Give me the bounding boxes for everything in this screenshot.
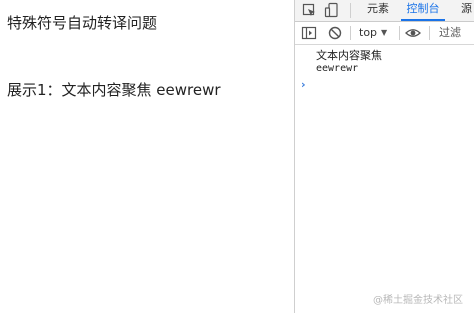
filter-input[interactable]: 过滤 [439,25,461,41]
page-title: 特殊符号自动转译问题 [7,14,158,32]
tab-sources-label: 源 [461,2,472,15]
devtools-tabbar: 元素 控制台 源 [295,0,474,22]
clear-console-icon[interactable] [327,25,343,41]
tabbar-separator [350,3,351,18]
console-log-line: eewrewr [316,63,359,74]
toolbar-separator [350,26,351,40]
page-viewport: 特殊符号自动转译问题 展示1：文本内容聚焦 eewrewr [0,0,294,313]
watermark: @稀土掘金技术社区 [373,295,463,306]
tab-console-label: 控制台 [406,2,440,15]
devtools-panel: 元素 控制台 源 top ▼ 过滤 文本内容聚焦 eewrewr › @稀土掘金… [295,0,474,313]
console-toolbar: top ▼ 过滤 [295,22,474,45]
tab-elements[interactable]: 元素 [367,0,389,21]
demo-text: 展示1：文本内容聚焦 eewrewr [7,81,221,99]
caret-down-icon: ▼ [381,28,388,37]
toolbar-separator [399,26,400,40]
sidebar-toggle-icon[interactable] [301,25,317,41]
toolbar-separator [429,26,430,40]
active-tab-indicator [401,19,445,21]
tab-console[interactable]: 控制台 [401,0,445,21]
tab-sources[interactable]: 源 [461,0,472,21]
console-log-line: 文本内容聚焦 [316,49,382,62]
tab-elements-label: 元素 [367,2,389,15]
context-label: top [359,26,378,39]
console-prompt[interactable]: › [301,78,306,91]
context-selector[interactable]: top ▼ [359,25,387,41]
eye-icon[interactable] [405,25,421,41]
inspect-icon[interactable] [301,2,317,18]
device-toggle-icon[interactable] [324,2,340,18]
